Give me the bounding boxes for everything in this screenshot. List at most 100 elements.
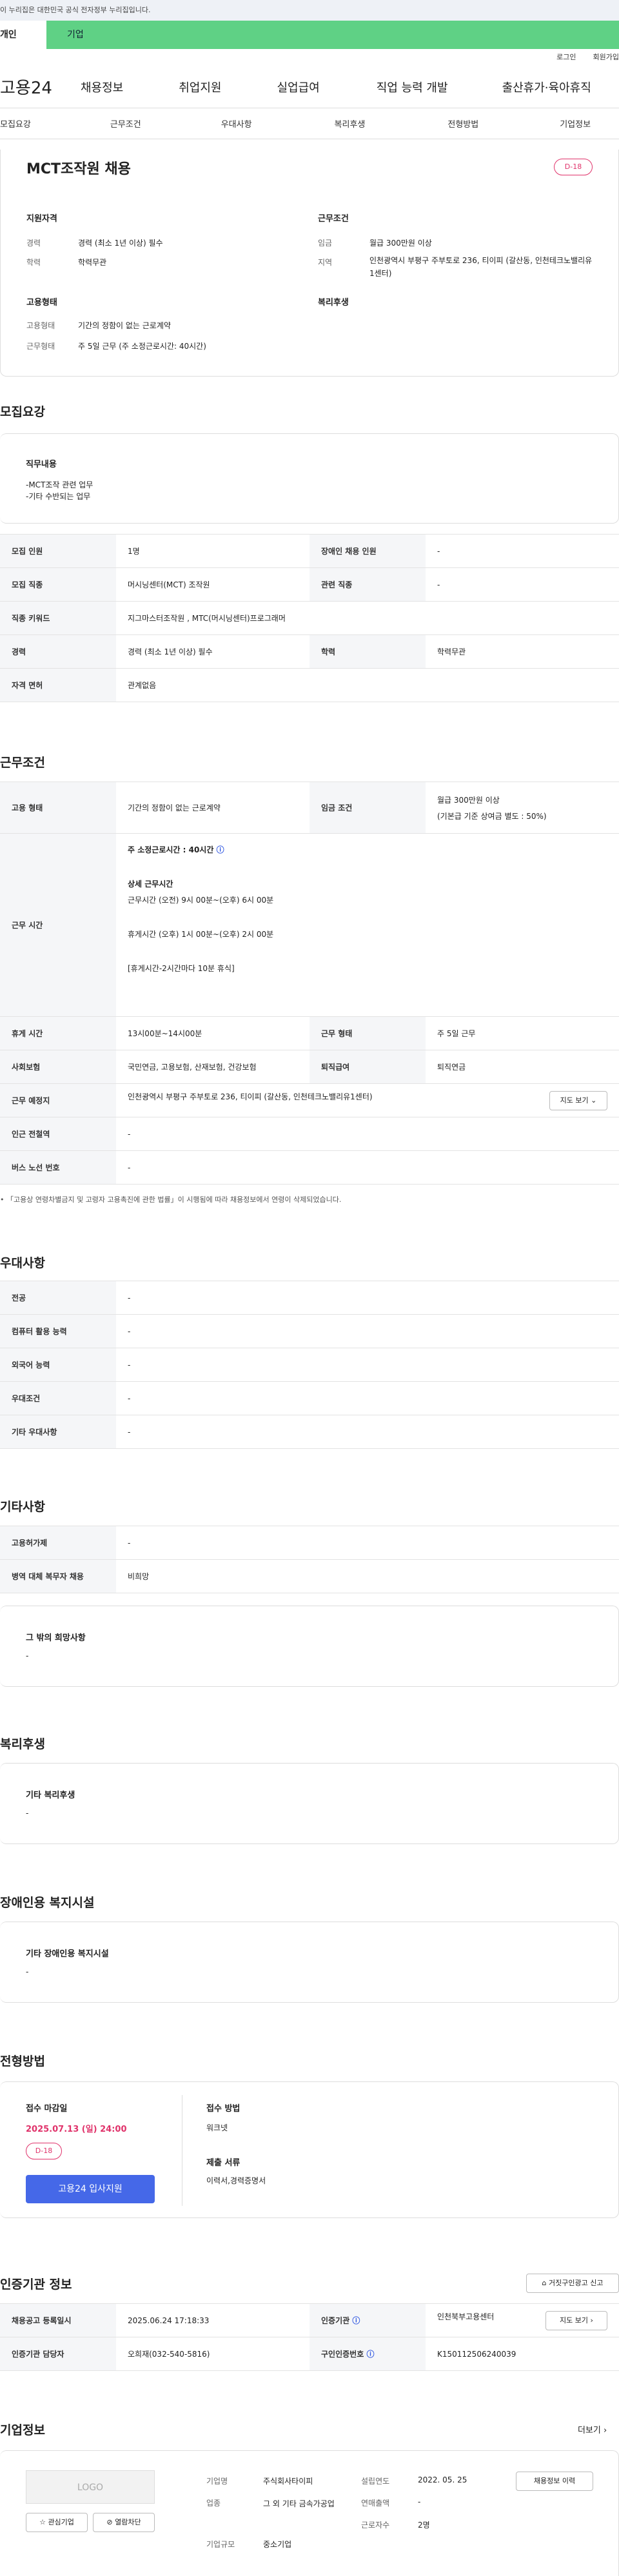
detail-hours-heading: 상세 근무시간 [128, 880, 173, 889]
table-header-cell: 근무 예정지 [0, 1083, 116, 1117]
table-header-cell: 인근 전철역 [0, 1117, 116, 1151]
table-header-cell: 학력 [310, 634, 426, 669]
table-header-cell: 직종 키워드 [0, 601, 116, 635]
welfare-card: 기타 복리후생 - [0, 1763, 619, 1844]
table-row: 전공 - [0, 1281, 619, 1315]
job-summary-card: MCT조작원 채용 D-18 지원자격 경력 경력 (최소 1년 이상) 필수 … [0, 150, 619, 377]
disability-section-title: 장애인용 복지시설 [0, 1896, 95, 1910]
report-fake-ad-button[interactable]: ⌂ 거짓구인광고 신고 [526, 2274, 619, 2293]
revenue-label: 연매출액 [361, 2499, 390, 2508]
table-header-cell: 인증기관 ⓘ [310, 2303, 426, 2337]
table-header-cell: 병역 대체 복무자 채용 [0, 1559, 116, 1593]
star-icon: ☆ [39, 2518, 48, 2526]
site-logo[interactable]: 고용24 [0, 75, 71, 99]
section-nav-recruit[interactable]: 모집요강 [0, 117, 31, 130]
gnb-item-training[interactable]: 직업 능력 개발 [377, 79, 448, 95]
gnb-item-jobs[interactable]: 채용정보 [81, 79, 123, 95]
cert-no-label: 구인인증번호 [321, 2350, 364, 2359]
work-condition-heading: 근무조건 [318, 214, 349, 224]
table-cell: 관계없음 [116, 668, 619, 702]
section-nav-selection[interactable]: 전형방법 [447, 117, 478, 130]
section-nav-preference[interactable]: 우대사항 [221, 117, 252, 130]
industry-label: 업종 [206, 2499, 221, 2508]
work-place-value: 인천광역시 부평구 주부토로 236, 티이피 (갈산동, 인천테크노밸리유1센… [128, 1092, 373, 1101]
table-cell: 월급 300만원 이상 (기본급 기준 상여금 별도 : 50%) [426, 782, 619, 834]
emp-type-value: 기간의 정함이 없는 근로계약 [78, 321, 171, 330]
duty-line-2: -기타 수반되는 업무 [26, 492, 91, 501]
gov-notice-text: 이 누리집은 대한민국 공식 전자정부 누리집입니다. [0, 6, 151, 14]
table-cell: 퇴직연금 [426, 1050, 619, 1084]
table-header-cell: 휴게 시간 [0, 1016, 116, 1050]
hiring-history-button[interactable]: 채용정보 이력 [516, 2472, 593, 2491]
qual-career-value: 경력 (최소 1년 이상) 필수 [78, 239, 163, 248]
table-row: 기타 우대사항 - [0, 1415, 619, 1449]
founded-value: 2022. 05. 25 [418, 2475, 467, 2484]
table-header-cell: 우대조건 [0, 1381, 116, 1415]
deadline-heading: 접수 마감일 [26, 2104, 68, 2114]
gnb-item-support[interactable]: 취업지원 [179, 79, 221, 95]
company-logo: LOGO [26, 2470, 155, 2504]
qual-edu-label: 학력 [26, 258, 41, 267]
section-nav-company[interactable]: 기업정보 [560, 117, 591, 130]
map-view-button[interactable]: 지도 보기 ⌄ [549, 1090, 607, 1110]
detail-hours-2: 휴게시간 (오후) 1시 00분~(오후) 2시 00분 [128, 930, 274, 939]
login-link[interactable]: 로그인 [556, 49, 576, 66]
preference-section-title: 우대사항 [0, 1256, 45, 1270]
table-cell: 머시닝센터(MCT) 조작원 [116, 567, 310, 602]
info-icon[interactable]: ⓘ [217, 845, 224, 854]
table-cell: 국민연금, 고용보험, 산재보험, 건강보험 [116, 1050, 310, 1084]
table-row: 근무 시간 주 소정근로시간 : 40시간 ⓘ 상세 근무시간 근무시간 (오전… [0, 833, 619, 1017]
employees-value: 2명 [418, 2521, 430, 2530]
section-nav-welfare[interactable]: 복리후생 [335, 117, 366, 130]
weekly-hours: 주 소정근로시간 : 40시간 ⓘ [128, 844, 607, 855]
table-cell: - [116, 1281, 619, 1315]
job-title: MCT조작원 채용 [26, 161, 131, 177]
block-view-button[interactable]: ⊘ 열람차단 [93, 2513, 155, 2532]
disability-value: - [26, 1967, 29, 1976]
tab-personal[interactable]: 개인 [0, 21, 46, 49]
report-fake-ad-label: 거짓구인광고 신고 [549, 2279, 604, 2287]
etc-table: 고용허가제 - 병역 대체 복무자 채용 비희망 [0, 1526, 619, 1593]
table-row: 컴퓨터 활용 능력 - [0, 1314, 619, 1348]
table-row: 인근 전철역 - [0, 1117, 619, 1151]
table-header-cell: 근무 형태 [310, 1016, 426, 1050]
company-name-label: 기업명 [206, 2477, 228, 2486]
disability-card: 기타 장애인용 복지시설 - [0, 1922, 619, 2003]
founded-label: 설립연도 [361, 2477, 390, 2486]
age-notice: • 「고용상 연령차별금지 및 고령자 고용촉진에 관한 법률」이 시행됨에 따… [0, 1194, 341, 1204]
table-header-cell: 기타 우대사항 [0, 1415, 116, 1449]
duty-heading: 직무내용 [26, 460, 57, 469]
emp-type-label: 고용형태 [26, 321, 55, 330]
etc-section-title: 기타사항 [0, 1500, 45, 1514]
chevron-right-icon: › [604, 2426, 607, 2435]
table-header-cell: 근무 시간 [0, 833, 116, 1017]
table-header-cell: 인증기관 담당자 [0, 2337, 116, 2371]
agency-map-button[interactable]: 지도 보기 › [545, 2310, 607, 2330]
company-size-value: 중소기업 [263, 2540, 292, 2549]
favorite-label: 관심기업 [48, 2518, 74, 2526]
info-icon[interactable]: ⓘ [352, 2316, 360, 2325]
table-header-cell: 버스 노선 번호 [0, 1150, 116, 1185]
chevron-right-icon: › [590, 2315, 593, 2325]
company-more-link[interactable]: 더보기 › [578, 2423, 607, 2435]
info-icon[interactable]: ⓘ [366, 2350, 374, 2359]
section-nav-conditions[interactable]: 근무조건 [110, 117, 141, 130]
table-row: 사회보험 국민연금, 고용보험, 산재보험, 건강보험 퇴직급여 퇴직연금 [0, 1050, 619, 1084]
table-header-cell: 자격 면허 [0, 668, 116, 702]
tab-company[interactable]: 기업 [46, 21, 619, 49]
table-cell: - [426, 567, 619, 602]
favorite-company-button[interactable]: ☆ 관심기업 [26, 2513, 88, 2532]
table-header-cell: 장애인 채용 인원 [310, 534, 426, 568]
join-link[interactable]: 회원가입 [593, 49, 619, 66]
dday-badge: D-18 [554, 159, 593, 175]
conditions-table: 고용 형태 기간의 정함이 없는 근로계약 임금 조건 월급 300만원 이상 (… [0, 782, 619, 1185]
table-row: 모집 직종 머시닝센터(MCT) 조작원 관련 직종 - [0, 567, 619, 602]
apply-button[interactable]: 고용24 입사지원 [26, 2175, 155, 2203]
gnb-item-unemployment[interactable]: 실업급여 [277, 79, 320, 95]
wage-line-2: (기본급 기준 상여금 별도 : 50%) [437, 811, 547, 821]
selection-card: 접수 마감일 2025.07.13 (일) 24:00 D-18 고용24 입사… [0, 2081, 619, 2218]
table-header-cell: 고용 형태 [0, 782, 116, 834]
recruit-table: 모집 인원 1명 장애인 채용 인원 - 모집 직종 머시닝센터(MCT) 조작원 관… [0, 534, 619, 702]
gnb-item-leave[interactable]: 출산휴가·육아휴직 [502, 79, 591, 95]
company-name-value: 주식회사타이피 [263, 2477, 313, 2486]
